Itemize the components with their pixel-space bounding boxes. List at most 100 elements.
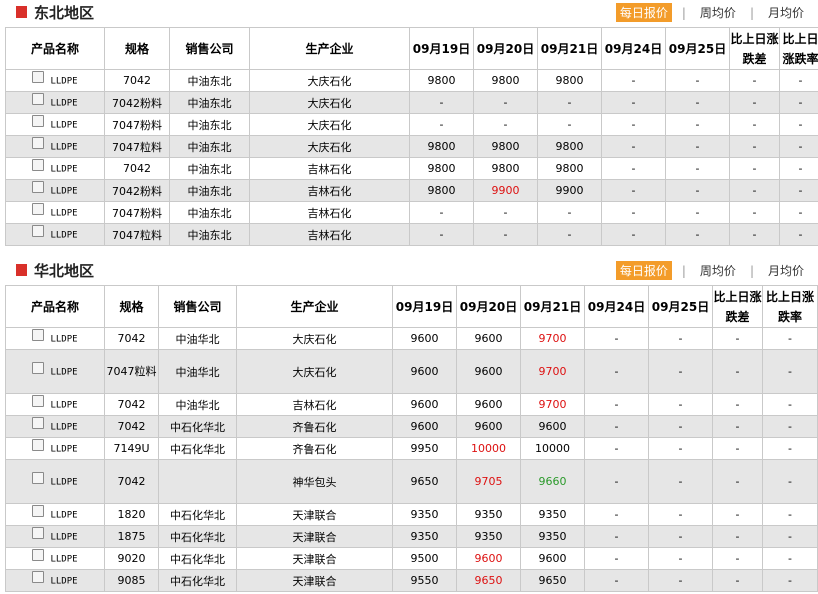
row-checkbox[interactable]	[32, 328, 45, 341]
price-cell: -	[648, 547, 713, 570]
section-header: 华北地区 每日报价 | 周均价 | 月均价	[0, 258, 818, 284]
price-cell: -	[648, 525, 713, 548]
col-header-spec: 规格	[104, 285, 159, 328]
table-header-row: 产品名称 规格 销售公司 生产企业 09月19日 09月20日 09月21日 0…	[5, 285, 818, 328]
tab-divider: |	[681, 5, 686, 20]
row-checkbox[interactable]	[32, 570, 45, 583]
price-cell: 9600	[392, 349, 457, 394]
row-checkbox[interactable]	[32, 438, 45, 451]
row-checkbox[interactable]	[32, 471, 45, 484]
price-cell: 9600	[520, 415, 585, 438]
producer-cell: 齐鲁石化	[236, 437, 393, 460]
row-checkbox[interactable]	[32, 158, 45, 171]
row-checkbox[interactable]	[32, 180, 45, 193]
row-checkbox[interactable]	[32, 394, 45, 407]
sales-company-cell: 中石化华北	[158, 503, 237, 526]
product-cell: LLDPE	[5, 179, 105, 202]
table-row: LLDPE 7042 中石化华北 齐鲁石化 9600 9600 9600- - - -	[5, 415, 818, 438]
price-cell: 9600	[520, 547, 585, 570]
table-row: LLDPE 7042 神华包头 9650 9705 9660- - - -	[5, 459, 818, 504]
price-cell: -	[648, 459, 713, 504]
price-cell: -	[473, 223, 538, 246]
tab-weekly-average[interactable]: 周均价	[696, 261, 740, 280]
change-rate-cell: -	[779, 113, 818, 136]
row-checkbox[interactable]	[32, 416, 45, 429]
change-diff-cell: -	[729, 135, 780, 158]
section-title: 东北地区	[34, 4, 95, 22]
product-name: LLDPE	[50, 532, 78, 542]
change-rate-cell: -	[762, 569, 818, 592]
change-rate-cell: -	[762, 525, 818, 548]
tab-weekly-average[interactable]: 周均价	[696, 3, 740, 22]
price-cell: 9650	[456, 569, 521, 592]
sales-company-cell: 中油华北	[158, 349, 237, 394]
product-cell: LLDPE	[5, 135, 105, 158]
spec-cell: 7047粒料	[104, 223, 170, 246]
change-diff-cell: -	[729, 91, 780, 114]
section-northeast: 东北地区 每日报价 | 周均价 | 月均价	[0, 0, 818, 26]
tab-monthly-average[interactable]: 月均价	[764, 261, 808, 280]
producer-cell: 大庆石化	[249, 135, 410, 158]
product-name: LLDPE	[50, 120, 78, 130]
table-row: LLDPE 7042 中油东北 吉林石化 9800 9800 9800- - - -	[5, 157, 818, 180]
row-checkbox[interactable]	[32, 361, 45, 374]
price-table: 产品名称 规格 销售公司 生产企业 09月19日 09月20日 09月21日 0…	[5, 27, 818, 246]
row-checkbox[interactable]	[32, 224, 45, 237]
sales-company-cell: 中油东北	[169, 135, 250, 158]
col-header-change-rate: 比上日涨跌率	[762, 285, 818, 328]
row-checkbox[interactable]	[32, 70, 45, 83]
col-header-date: 09月19日	[409, 27, 474, 70]
row-checkbox[interactable]	[32, 504, 45, 517]
price-cell: 9705	[456, 459, 521, 504]
tab-daily-price[interactable]: 每日报价	[615, 3, 672, 22]
price-cell: -	[601, 201, 666, 224]
price-cell: -	[473, 113, 538, 136]
producer-cell: 齐鲁石化	[236, 415, 393, 438]
table-row: LLDPE 7047粒料 中油东北 吉林石化 - - - - - - -	[5, 223, 818, 246]
col-header-product: 产品名称	[5, 27, 105, 70]
price-cell: -	[409, 223, 474, 246]
row-checkbox[interactable]	[32, 526, 45, 539]
row-checkbox[interactable]	[32, 202, 45, 215]
price-cell: -	[537, 223, 602, 246]
price-cell: 9600	[456, 327, 521, 350]
product-cell: LLDPE	[5, 113, 105, 136]
price-cell: -	[409, 201, 474, 224]
product-cell: LLDPE	[5, 327, 105, 350]
producer-cell: 神华包头	[236, 459, 393, 504]
producer-cell: 吉林石化	[249, 157, 410, 180]
sales-company-cell: 中油华北	[158, 393, 237, 416]
price-cell: -	[648, 327, 713, 350]
price-cell: 9600	[456, 393, 521, 416]
price-cell: 9600	[456, 415, 521, 438]
product-name: LLDPE	[50, 576, 78, 586]
price-cell: 9600	[456, 349, 521, 394]
spec-cell: 7042粉料	[104, 179, 170, 202]
product-cell: LLDPE	[5, 201, 105, 224]
tab-daily-price[interactable]: 每日报价	[615, 261, 672, 280]
change-diff-cell: -	[712, 349, 763, 394]
product-cell: LLDPE	[5, 459, 105, 504]
price-cell: -	[665, 113, 730, 136]
price-cell: 9800	[537, 157, 602, 180]
price-cell: 9650	[392, 459, 457, 504]
col-header-producer: 生产企业	[249, 27, 410, 70]
price-cell: -	[584, 437, 649, 460]
price-cell: 9800	[409, 69, 474, 92]
table-row: LLDPE 7042粉料 中油东北 大庆石化 - - - - - - -	[5, 91, 818, 114]
change-rate-cell: -	[762, 547, 818, 570]
row-checkbox[interactable]	[32, 136, 45, 149]
row-checkbox[interactable]	[32, 92, 45, 105]
price-cell: -	[648, 393, 713, 416]
price-cell: -	[584, 547, 649, 570]
spec-cell: 7149U	[104, 437, 159, 460]
change-rate-cell: -	[779, 223, 818, 246]
tab-monthly-average[interactable]: 月均价	[764, 3, 808, 22]
spec-cell: 7042	[104, 459, 159, 504]
row-checkbox[interactable]	[32, 548, 45, 561]
product-cell: LLDPE	[5, 393, 105, 416]
row-checkbox[interactable]	[32, 114, 45, 127]
price-cell: 10000	[520, 437, 585, 460]
product-cell: LLDPE	[5, 91, 105, 114]
product-name: LLDPE	[50, 367, 78, 377]
